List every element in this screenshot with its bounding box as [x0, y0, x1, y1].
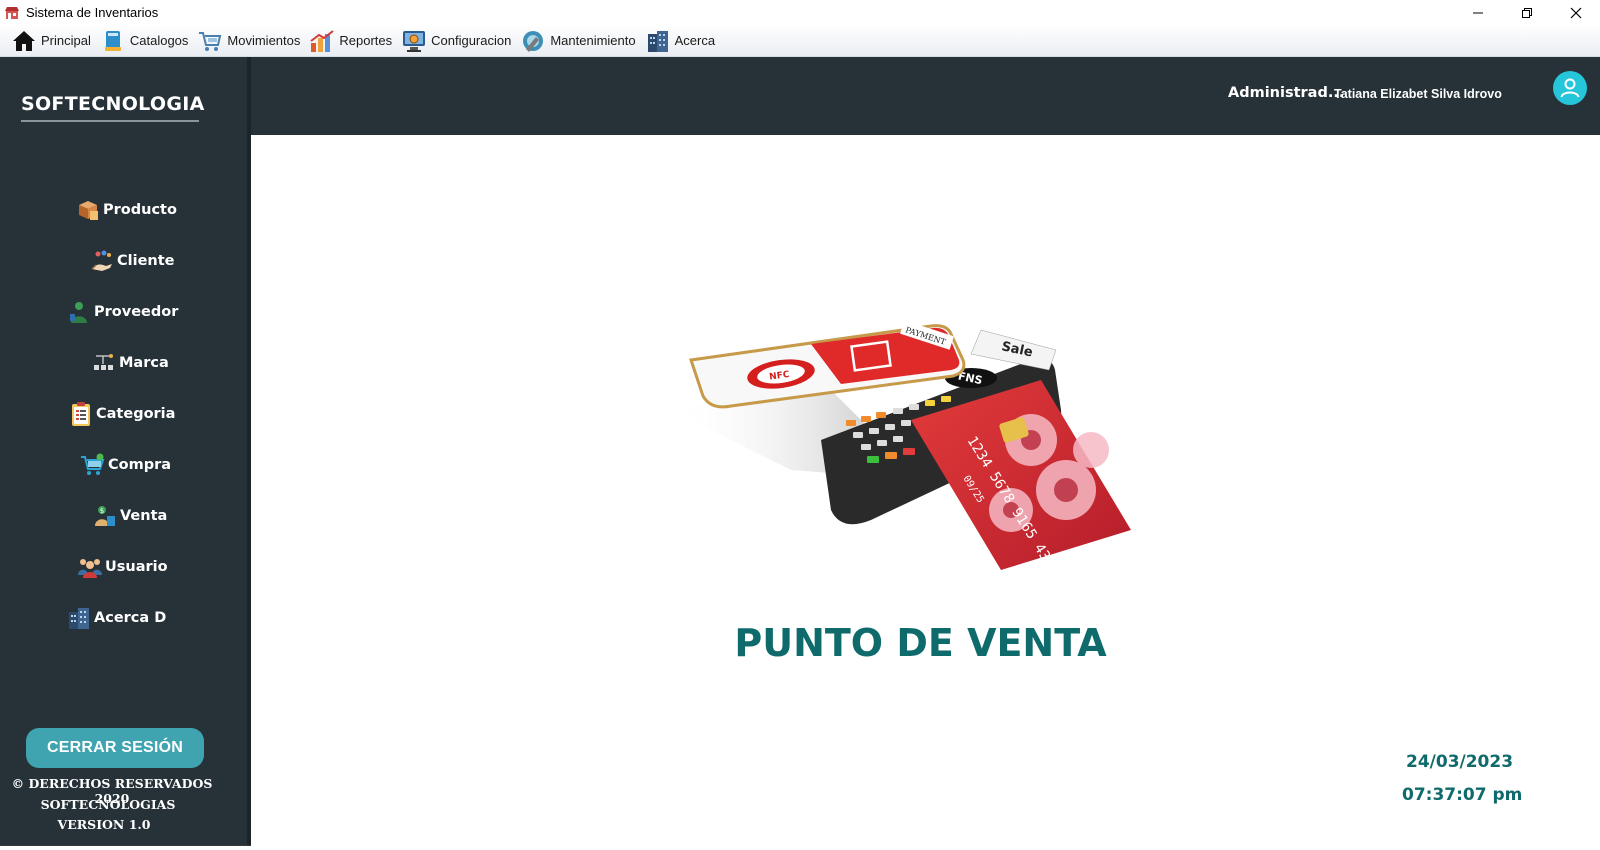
- sidebar-item-usuario[interactable]: Usuario: [77, 550, 168, 584]
- app-store-icon: [4, 5, 20, 21]
- sidebar-item-label: Cliente: [117, 253, 175, 269]
- sidebar-item-categoria[interactable]: Categoria: [68, 397, 175, 431]
- user-role: Administrad...: [1228, 85, 1345, 101]
- minimize-button[interactable]: [1453, 0, 1502, 25]
- avatar[interactable]: [1553, 71, 1587, 105]
- sidebar-item-label: Producto: [103, 202, 177, 218]
- sidebar: SOFTECNOLOGIA Producto Cliente Proveedor: [0, 57, 251, 845]
- sidebar-item-label: Proveedor: [94, 304, 179, 320]
- menu-label: Acerca: [674, 33, 716, 48]
- building-icon: [645, 28, 671, 54]
- restore-icon: [1521, 7, 1532, 18]
- close-icon: [1570, 7, 1581, 18]
- sidebar-item-label: Compra: [108, 457, 172, 473]
- sidebar-item-label: Usuario: [105, 559, 168, 575]
- user-name: Tatiana Elizabet Silva Idrovo: [1334, 87, 1502, 101]
- footer-version: VERSION 1.0: [57, 817, 151, 832]
- brand-underline: [21, 120, 199, 122]
- pos-illustration: Sale FNS NFC PAYMENT 1234 5678 9165 4321…: [671, 320, 1151, 584]
- sidebar-item-acerca[interactable]: Acerca D: [66, 601, 166, 635]
- menu-label: Movimientos: [227, 33, 301, 48]
- menu-label: Catalogos: [129, 33, 189, 48]
- brand-title: SOFTECNOLOGIA: [21, 93, 205, 115]
- main-content: Sale FNS NFC PAYMENT 1234 5678 9165 4321…: [251, 135, 1600, 850]
- building-icon: [66, 605, 92, 631]
- title-bar: Sistema de Inventarios: [0, 0, 1600, 25]
- menu-label: Principal: [41, 33, 91, 48]
- sidebar-item-marca[interactable]: Marca: [91, 346, 169, 380]
- menu-movimientos[interactable]: Movimientos: [194, 27, 306, 55]
- sidebar-item-cliente[interactable]: Cliente: [89, 244, 175, 278]
- maintenance-icon: [520, 28, 546, 54]
- sidebar-item-label: Acerca D: [94, 610, 167, 626]
- menu-label: Mantenimiento: [550, 33, 636, 48]
- app-window: Sistema de Inventarios Principal Catalog…: [0, 0, 1600, 850]
- category-icon: [68, 401, 94, 427]
- logout-label: CERRAR SESIÓN: [47, 739, 183, 756]
- minimize-icon: [1472, 12, 1483, 13]
- sale-icon: $: [92, 503, 118, 529]
- sidebar-item-producto[interactable]: Producto: [75, 193, 177, 227]
- product-box-icon: [75, 197, 101, 223]
- menu-mantenimiento[interactable]: Mantenimiento: [517, 27, 641, 55]
- bottom-divider: [0, 845, 251, 850]
- report-chart-icon: [309, 28, 335, 54]
- svg-text:$: $: [100, 507, 104, 515]
- home-icon: [11, 28, 37, 54]
- menu-reportes[interactable]: Reportes: [306, 27, 398, 55]
- sidebar-item-proveedor[interactable]: Proveedor: [66, 295, 178, 329]
- brand-icon: [91, 350, 117, 376]
- menu-catalogos[interactable]: Catalogos: [97, 27, 195, 55]
- cart-icon: [197, 28, 223, 54]
- current-time: 07:37:07 pm: [1402, 785, 1523, 805]
- settings-monitor-icon: [401, 28, 427, 54]
- menu-principal[interactable]: Principal: [8, 27, 97, 55]
- sidebar-item-venta[interactable]: $ Venta: [92, 499, 167, 533]
- restore-button[interactable]: [1502, 0, 1551, 25]
- sidebar-item-label: Categoria: [96, 406, 176, 422]
- menu-label: Configuracion: [431, 33, 512, 48]
- purchase-cart-icon: [80, 452, 106, 478]
- footer-company: SOFTECNOLOGIAS: [40, 797, 176, 812]
- logout-button[interactable]: CERRAR SESIÓN: [26, 728, 204, 768]
- top-header: Administrad... Tatiana Elizabet Silva Id…: [251, 57, 1600, 135]
- menu-label: Reportes: [339, 33, 393, 48]
- window-title: Sistema de Inventarios: [26, 5, 159, 20]
- menu-configuracion[interactable]: Configuracion: [398, 27, 517, 55]
- client-icon: [89, 248, 115, 274]
- menu-acerca[interactable]: Acerca: [642, 27, 721, 55]
- window-controls: [1453, 0, 1600, 25]
- page-title-text: PUNTO DE VENTA: [734, 621, 1107, 665]
- current-date: 24/03/2023: [1406, 752, 1514, 772]
- sidebar-item-label: Marca: [119, 355, 169, 371]
- users-icon: [77, 554, 103, 580]
- close-button[interactable]: [1551, 0, 1600, 25]
- supplier-icon: [66, 299, 92, 325]
- catalog-icon: [100, 28, 126, 54]
- user-icon: [1560, 78, 1580, 98]
- page-title: PUNTO DE VENTA: [251, 621, 1600, 665]
- sidebar-item-compra[interactable]: Compra: [80, 448, 171, 482]
- menu-bar: Principal Catalogos Movimientos Reportes…: [0, 25, 1600, 57]
- sidebar-item-label: Venta: [120, 508, 168, 524]
